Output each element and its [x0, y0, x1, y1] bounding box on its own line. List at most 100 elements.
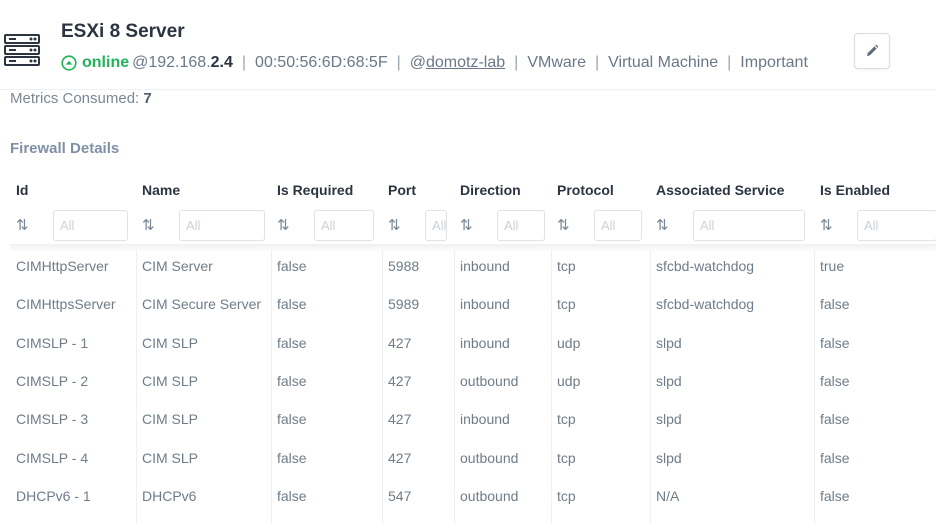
- metrics-consumed: Metrics Consumed: 7: [10, 90, 152, 107]
- column-header-protocol[interactable]: Protocol: [557, 182, 614, 198]
- table-row[interactable]: CIMSLP - 1 CIM SLP false 427 inbound udp slpd f…: [10, 324, 936, 362]
- separator: |: [241, 54, 247, 71]
- sort-arrows-icon[interactable]: ⇅: [460, 216, 480, 234]
- metrics-label: Metrics Consumed:: [10, 90, 140, 107]
- cell-port: 547: [388, 487, 412, 504]
- cell-direction: inbound: [460, 258, 510, 274]
- table-row[interactable]: CIMHttpsServer CIM Secure Server false 5989…: [10, 285, 936, 323]
- cell-id: CIMSLP - 4: [16, 449, 89, 466]
- device-header: ESXi 8 Server online @192.168.2.4 | 00:5…: [0, 0, 936, 90]
- table-row[interactable]: CIMSLP - 2 CIM SLP false 427 outbound udp slpd…: [10, 362, 936, 400]
- sort-arrows-icon[interactable]: ⇅: [142, 216, 162, 234]
- column-filter-port: ⇅: [388, 209, 447, 241]
- table-row[interactable]: CIMSLP - 4 CIM SLP false 427 outbound tcp slpd…: [10, 439, 936, 477]
- cell-port: 427: [388, 449, 412, 466]
- cell-is-enabled: true: [820, 258, 845, 274]
- cell-direction: inbound: [460, 296, 510, 313]
- device-type-link[interactable]: Virtual Machine: [608, 54, 718, 72]
- filter-input-is-required[interactable]: [314, 209, 374, 241]
- cell-port: 427: [388, 372, 412, 389]
- device-title: ESXi 8 Server: [61, 21, 185, 42]
- cell-is-required: false: [277, 372, 307, 389]
- cell-is-required: false: [277, 334, 307, 351]
- pencil-icon: [867, 44, 879, 56]
- separator: |: [514, 54, 519, 71]
- cell-protocol: tcp: [557, 449, 576, 466]
- cell-associated-service: slpd: [656, 334, 682, 351]
- cell-port: 427: [388, 411, 412, 428]
- device-meta: online @192.168.2.4 | 00:50:56:6D:68:5F …: [61, 54, 808, 72]
- agent-link[interactable]: @domotz-lab: [410, 54, 505, 72]
- cell-name: DHCPv6: [142, 487, 197, 504]
- agent-link-text[interactable]: domotz-lab: [426, 54, 505, 71]
- cell-is-required: false: [277, 296, 307, 313]
- cell-protocol: tcp: [557, 487, 576, 504]
- cell-is-required: false: [277, 258, 307, 274]
- column-filter-associated-service: ⇅: [656, 209, 805, 241]
- cell-protocol: tcp: [557, 411, 576, 428]
- column-filter-direction: ⇅: [460, 209, 545, 241]
- cell-associated-service: slpd: [656, 449, 682, 466]
- cell-direction: outbound: [460, 487, 519, 504]
- sort-arrows-icon[interactable]: ⇅: [557, 216, 577, 234]
- filter-input-associated-service[interactable]: [693, 209, 805, 241]
- cell-protocol: tcp: [557, 258, 576, 274]
- sort-arrows-icon[interactable]: ⇅: [820, 216, 840, 234]
- column-filter-id: ⇅: [16, 209, 128, 241]
- cell-is-required: false: [277, 449, 307, 466]
- table-row[interactable]: CIMHttpServer CIM Server false 5988 inbound t…: [10, 247, 936, 285]
- filter-input-direction[interactable]: [497, 209, 545, 241]
- cell-port: 5989: [388, 296, 420, 313]
- column-header-direction[interactable]: Direction: [460, 182, 521, 198]
- ip-address[interactable]: @192.168.2.4: [132, 54, 233, 72]
- table-row[interactable]: CIMSLP - 3 CIM SLP false 427 inbound tcp slpd f…: [10, 400, 936, 438]
- filter-input-id[interactable]: [53, 209, 128, 241]
- cell-is-enabled: false: [820, 487, 850, 504]
- cell-protocol: udp: [557, 372, 581, 389]
- column-filter-protocol: ⇅: [557, 209, 642, 241]
- filter-input-port[interactable]: [425, 209, 447, 241]
- filter-input-name[interactable]: [179, 209, 265, 241]
- sort-arrows-icon[interactable]: ⇅: [656, 216, 676, 234]
- status-badge: online: [61, 54, 129, 72]
- table-row[interactable]: DHCPv6 - 1 DHCPv6 false 547 outbound tcp N/A fa…: [10, 477, 936, 515]
- cell-is-enabled: false: [820, 372, 850, 389]
- cell-associated-service: slpd: [656, 411, 682, 428]
- cell-direction: outbound: [460, 449, 519, 466]
- sort-arrows-icon[interactable]: ⇅: [16, 216, 36, 234]
- cell-name: CIM SLP: [142, 449, 199, 466]
- column-header-is-required[interactable]: Is Required: [277, 182, 353, 198]
- cell-id: CIMSLP - 3: [16, 411, 89, 428]
- cell-id: CIMSLP - 2: [16, 372, 89, 389]
- column-filter-is-required: ⇅: [277, 209, 374, 241]
- column-header-associated-service[interactable]: Associated Service: [656, 182, 784, 198]
- vendor-link[interactable]: VMware: [527, 54, 586, 72]
- column-header-is-enabled[interactable]: Is Enabled: [820, 182, 890, 198]
- server-icon: [4, 34, 40, 66]
- sort-arrows-icon[interactable]: ⇅: [388, 216, 408, 234]
- column-header-port[interactable]: Port: [388, 182, 416, 198]
- column-header-name[interactable]: Name: [142, 182, 180, 198]
- cell-protocol: tcp: [557, 296, 576, 313]
- cell-is-enabled: false: [820, 411, 850, 428]
- cell-name: CIM SLP: [142, 334, 199, 351]
- filter-input-protocol[interactable]: [594, 209, 642, 241]
- cell-id: CIMSLP - 1: [16, 334, 89, 351]
- separator: |: [727, 54, 732, 71]
- ip-suffix: 2.4: [210, 54, 233, 71]
- cell-associated-service: slpd: [656, 372, 682, 389]
- edit-button[interactable]: [854, 33, 890, 69]
- ip-prefix: @192.168.: [132, 54, 211, 71]
- importance-link[interactable]: Important: [740, 54, 808, 72]
- column-header-id[interactable]: Id: [16, 182, 28, 198]
- online-up-icon: [61, 55, 77, 71]
- filter-input-is-enabled[interactable]: [857, 209, 936, 241]
- cell-direction: inbound: [460, 334, 510, 351]
- sort-arrows-icon[interactable]: ⇅: [277, 216, 297, 234]
- cell-is-required: false: [277, 411, 307, 428]
- cell-associated-service: N/A: [656, 487, 680, 504]
- cell-protocol: udp: [557, 334, 581, 351]
- cell-direction: inbound: [460, 411, 510, 428]
- cell-is-enabled: false: [820, 296, 850, 313]
- cell-port: 5988: [388, 258, 420, 274]
